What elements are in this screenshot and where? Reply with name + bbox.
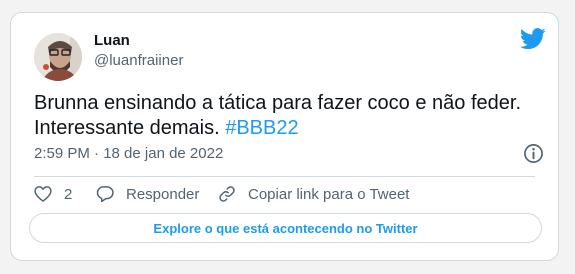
like-count: 2: [64, 185, 73, 203]
info-icon[interactable]: [523, 143, 544, 164]
twitter-bird-icon[interactable]: [520, 28, 546, 50]
explore-twitter-button[interactable]: Explore o que está acontecendo no Twitte…: [29, 213, 542, 243]
copy-link-label: Copiar link para o Tweet: [248, 185, 410, 203]
like-button[interactable]: 2: [33, 182, 72, 206]
tweet-timestamp[interactable]: 2:59 PM · 18 de jan de 2022: [34, 145, 223, 163]
link-icon: [219, 186, 235, 202]
hashtag-link[interactable]: #BBB22: [225, 117, 298, 139]
tweet-card: Luan @luanfraiiner Brunna ensinando a tá…: [10, 12, 559, 261]
copy-link-button[interactable]: Copiar link para o Tweet: [217, 182, 409, 206]
reply-button[interactable]: Responder: [95, 182, 199, 206]
author-handle[interactable]: @luanfraiiner: [94, 52, 183, 70]
avatar-image: [34, 33, 82, 81]
avatar[interactable]: [34, 33, 82, 81]
tweet-text: Brunna ensinando a tática para fazer coc…: [34, 91, 534, 141]
speech-bubble-icon: [96, 186, 114, 203]
reply-label: Responder: [126, 185, 200, 203]
explore-label: Explore o que está acontecendo no Twitte…: [153, 220, 418, 236]
heart-icon: [34, 186, 52, 202]
divider: [34, 176, 535, 177]
author-name[interactable]: Luan: [94, 32, 130, 50]
